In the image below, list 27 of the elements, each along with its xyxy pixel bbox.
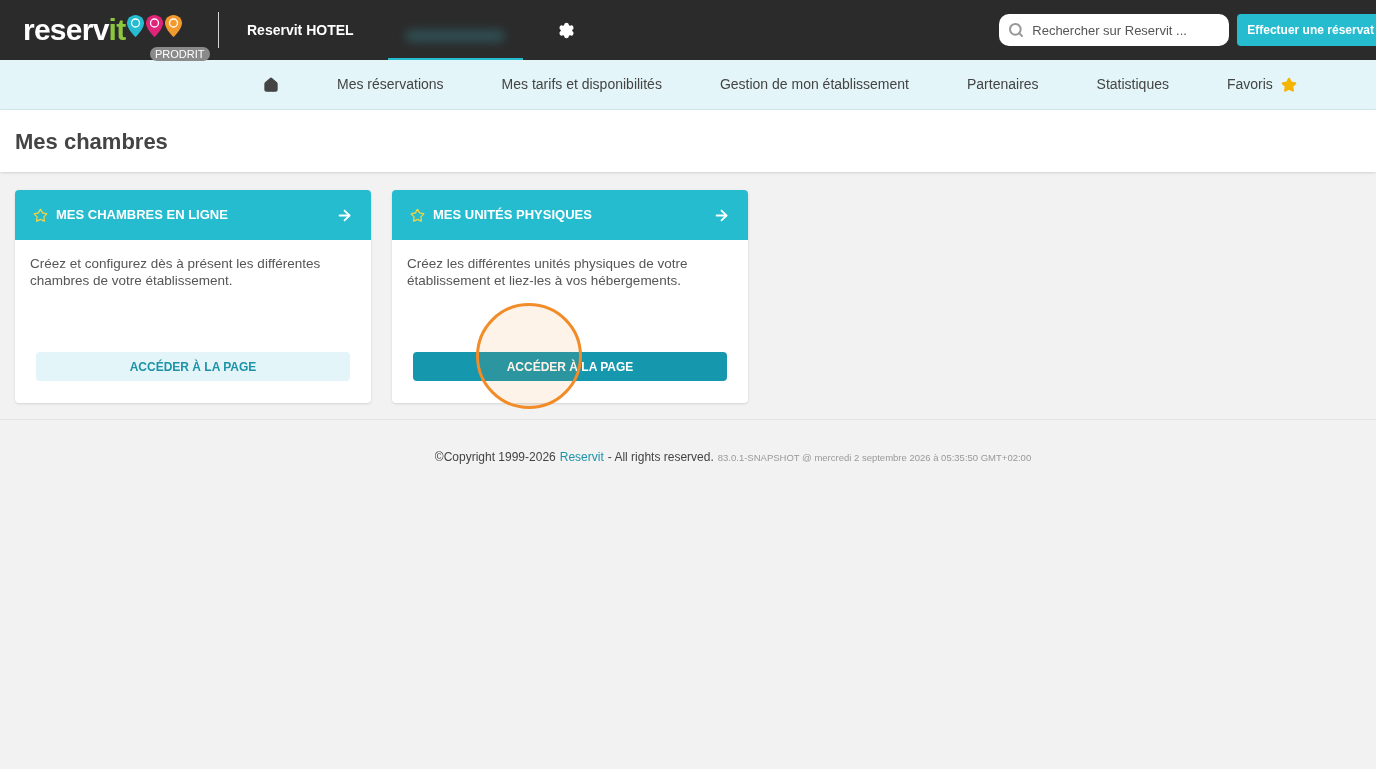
page-title: Mes chambres — [15, 127, 168, 156]
star-icon — [33, 207, 48, 223]
hotel-name[interactable]: Reservit HOTEL — [247, 19, 354, 41]
star-icon — [410, 207, 425, 223]
logo-text[interactable]: reservit — [23, 15, 126, 45]
nav-link[interactable]: Mes réservations — [337, 74, 444, 95]
nav-link[interactable]: Gestion de mon établissement — [719, 74, 909, 95]
card-title: MES CHAMBRES EN LIGNE — [56, 206, 229, 225]
nav-link[interactable]: Partenaires — [967, 74, 1039, 95]
rights-text: - All rights reserved. — [607, 449, 714, 466]
card-title: MES UNITÉS PHYSIQUES — [433, 206, 593, 225]
version-text: 83.0.1-SNAPSHOT @ mercredi 2 septembre 2026 à 05:35:50 GMT+02:00 — [717, 451, 1032, 465]
home-icon[interactable] — [263, 76, 279, 93]
search-icon — [1008, 22, 1025, 38]
nav-link[interactable]: Statistiques — [1096, 74, 1169, 95]
pin-icon — [165, 15, 183, 37]
pin-icon — [146, 15, 164, 37]
card-description: Créez les différentes unités physiques de votre établissement et liez-les à vos hébergements. — [406, 255, 689, 290]
nav-link[interactable]: Mes tarifs et disponibilités — [501, 74, 662, 95]
pin-icon — [127, 15, 145, 37]
star-icon — [1280, 76, 1297, 93]
copyright-text: ©Copyright 1999-2026 — [434, 449, 556, 466]
favorites-link[interactable]: Favoris — [1226, 74, 1297, 95]
logo-badge: PRODRIT — [150, 47, 210, 61]
settings-icon[interactable] — [557, 21, 575, 39]
search-field[interactable]: Rechercher sur Reservit ... — [999, 14, 1230, 46]
card-description: Créez et configurez dès à présent les différentes chambres de votre établissement. — [29, 255, 322, 290]
